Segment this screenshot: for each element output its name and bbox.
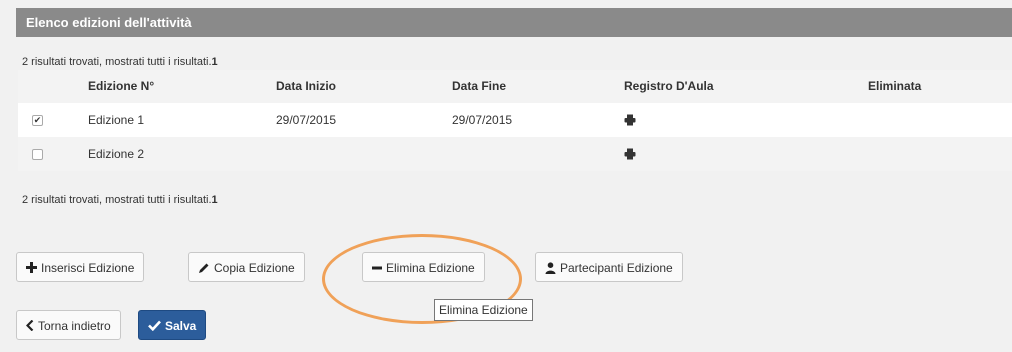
insert-edition-label: Inserisci Edizione [41, 260, 135, 275]
panel-title: Elenco edizioni dell'attività [26, 15, 192, 30]
participants-edition-button[interactable]: Partecipanti Edizione [535, 252, 683, 282]
chevron-left-icon [26, 320, 34, 332]
copy-edition-label: Copia Edizione [214, 260, 295, 275]
results-summary-top: 2 risultati trovati, mostrati tutti i ri… [22, 56, 218, 68]
row-checkbox[interactable] [32, 149, 43, 160]
check-icon [148, 320, 161, 332]
delete-edition-label: Elimina Edizione [386, 260, 475, 275]
header-start-date: Data Inizio [276, 79, 337, 93]
results-summary-bottom: 2 risultati trovati, mostrati tutti i ri… [22, 194, 218, 206]
end-date-cell: 29/07/2015 [452, 113, 513, 127]
pencil-icon [199, 263, 209, 273]
plus-icon [26, 262, 37, 274]
copy-edition-button[interactable]: Copia Edizione [188, 252, 305, 282]
save-label: Salva [165, 318, 197, 333]
results-text: 2 risultati trovati, mostrati tutti i ri… [22, 56, 212, 68]
header-end-date: Data Fine [452, 79, 507, 93]
insert-edition-button[interactable]: Inserisci Edizione [16, 252, 145, 282]
back-button[interactable]: Torna indietro [16, 310, 121, 340]
editions-table: Edizione N° Data Inizio Data Fine Regist… [18, 70, 1012, 171]
user-icon [545, 262, 556, 274]
save-button[interactable]: Salva [138, 310, 207, 340]
results-text: 2 risultati trovati, mostrati tutti i ri… [22, 194, 212, 206]
results-page: 1 [211, 194, 218, 206]
table-row[interactable]: Edizione 2 [18, 137, 1012, 171]
edition-cell: Edizione 1 [88, 113, 145, 127]
header-deleted: Eliminata [868, 79, 922, 93]
participants-edition-label: Partecipanti Edizione [560, 260, 673, 275]
back-label: Torna indietro [38, 318, 111, 333]
tooltip: Elimina Edizione [434, 299, 533, 321]
edition-cell: Edizione 2 [88, 147, 145, 161]
header-register: Registro D'Aula [624, 79, 714, 93]
row-checkbox-checked[interactable]: ✔ [32, 115, 43, 126]
delete-edition-button[interactable]: Elimina Edizione [362, 252, 485, 282]
table-header-row: Edizione N° Data Inizio Data Fine Regist… [18, 70, 1012, 103]
header-edition: Edizione N° [88, 79, 155, 93]
table-row[interactable]: ✔ Edizione 1 29/07/2015 29/07/2015 [18, 103, 1012, 137]
printer-icon[interactable] [624, 114, 636, 126]
panel-header: Elenco edizioni dell'attività [16, 8, 1012, 37]
start-date-cell: 29/07/2015 [276, 113, 337, 127]
printer-icon[interactable] [624, 148, 636, 160]
minus-icon [372, 266, 382, 270]
results-page: 1 [211, 56, 218, 68]
tooltip-text: Elimina Edizione [439, 303, 528, 317]
